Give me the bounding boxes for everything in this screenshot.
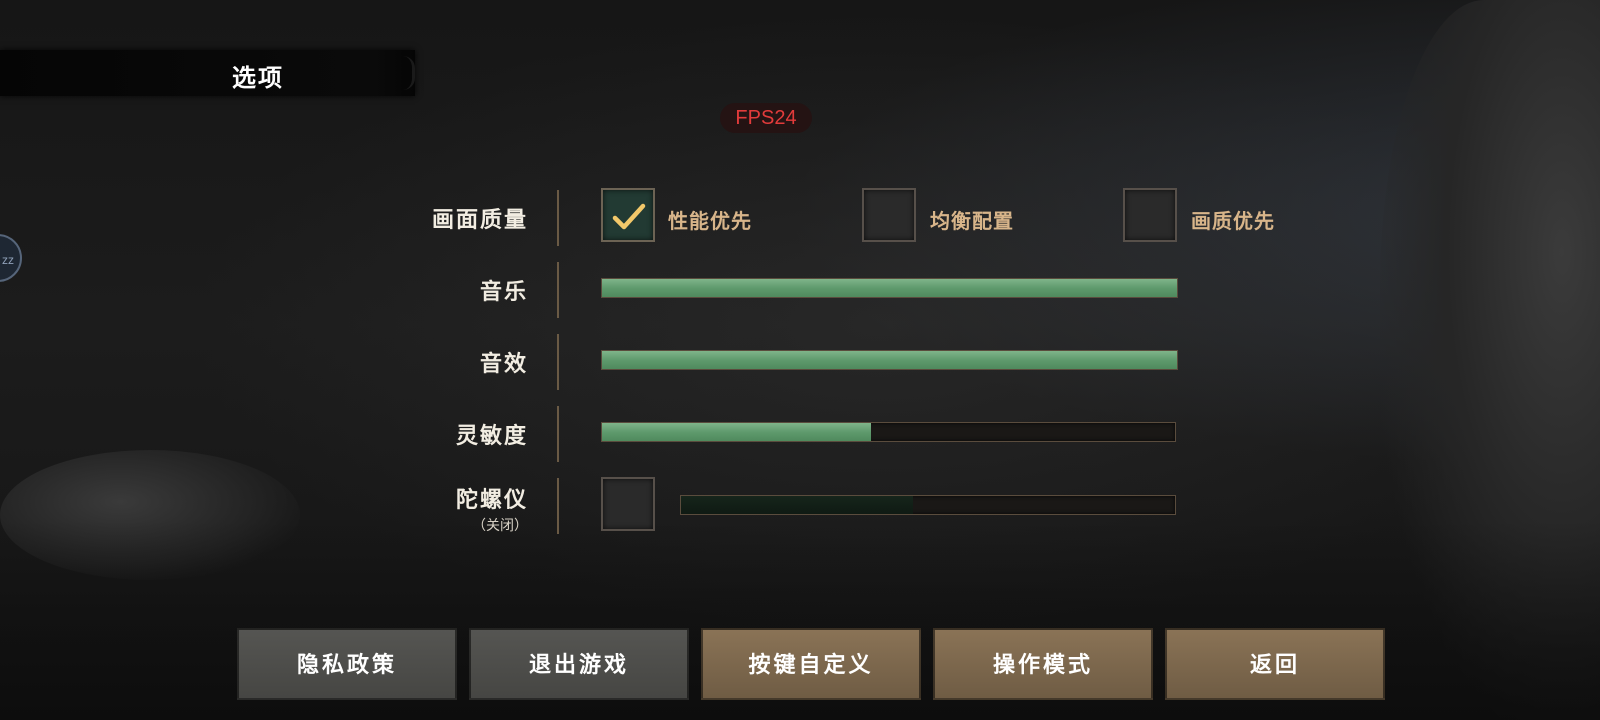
sensitivity-label: 灵敏度 bbox=[455, 423, 528, 449]
fps-counter: FPS24 bbox=[720, 103, 812, 133]
back-button[interactable]: 返回 bbox=[1165, 628, 1385, 700]
options-screen: 选项 FPS24 zz 画面质量 性能优先 均衡配置 画质优先 音乐 音效 灵敏… bbox=[0, 0, 1600, 720]
quality-high-checkbox[interactable] bbox=[1123, 188, 1177, 242]
control-mode-button[interactable]: 操作模式 bbox=[933, 628, 1153, 700]
page-title: 选项 bbox=[232, 63, 284, 92]
row-divider bbox=[557, 334, 559, 390]
quality-balanced-checkbox[interactable] bbox=[862, 188, 916, 242]
music-label: 音乐 bbox=[479, 279, 528, 305]
quality-label: 画面质量 bbox=[431, 207, 528, 233]
quality-high-label[interactable]: 画质优先 bbox=[1191, 205, 1275, 234]
gyro-toggle-checkbox[interactable] bbox=[601, 477, 655, 531]
title-hook-ornament bbox=[398, 56, 415, 90]
gyro-status-label: （关闭） bbox=[472, 518, 528, 534]
row-divider bbox=[557, 190, 559, 246]
row-divider bbox=[557, 478, 559, 534]
row-divider bbox=[557, 406, 559, 462]
check-icon bbox=[612, 203, 646, 230]
privacy-policy-button[interactable]: 隐私政策 bbox=[237, 628, 457, 700]
row-divider bbox=[557, 262, 559, 318]
sensitivity-slider-fill bbox=[602, 423, 872, 441]
music-slider[interactable] bbox=[601, 278, 1178, 298]
gyro-label: 陀螺仪 bbox=[455, 487, 528, 513]
sfx-label: 音效 bbox=[479, 351, 528, 377]
gyro-slider[interactable] bbox=[680, 495, 1176, 515]
quality-performance-checkbox[interactable] bbox=[601, 188, 655, 242]
exit-game-button[interactable]: 退出游戏 bbox=[469, 628, 689, 700]
title-tab: 选项 bbox=[0, 50, 415, 96]
key-customize-button[interactable]: 按键自定义 bbox=[701, 628, 921, 700]
sensitivity-slider[interactable] bbox=[601, 422, 1176, 442]
quality-balanced-label[interactable]: 均衡配置 bbox=[930, 205, 1014, 234]
music-slider-fill bbox=[602, 279, 1177, 297]
sfx-slider[interactable] bbox=[601, 350, 1178, 370]
quality-performance-label[interactable]: 性能优先 bbox=[668, 205, 752, 234]
gyro-slider-fill bbox=[681, 496, 914, 514]
floating-assist-button[interactable]: zz bbox=[0, 234, 22, 282]
sfx-slider-fill bbox=[602, 351, 1177, 369]
